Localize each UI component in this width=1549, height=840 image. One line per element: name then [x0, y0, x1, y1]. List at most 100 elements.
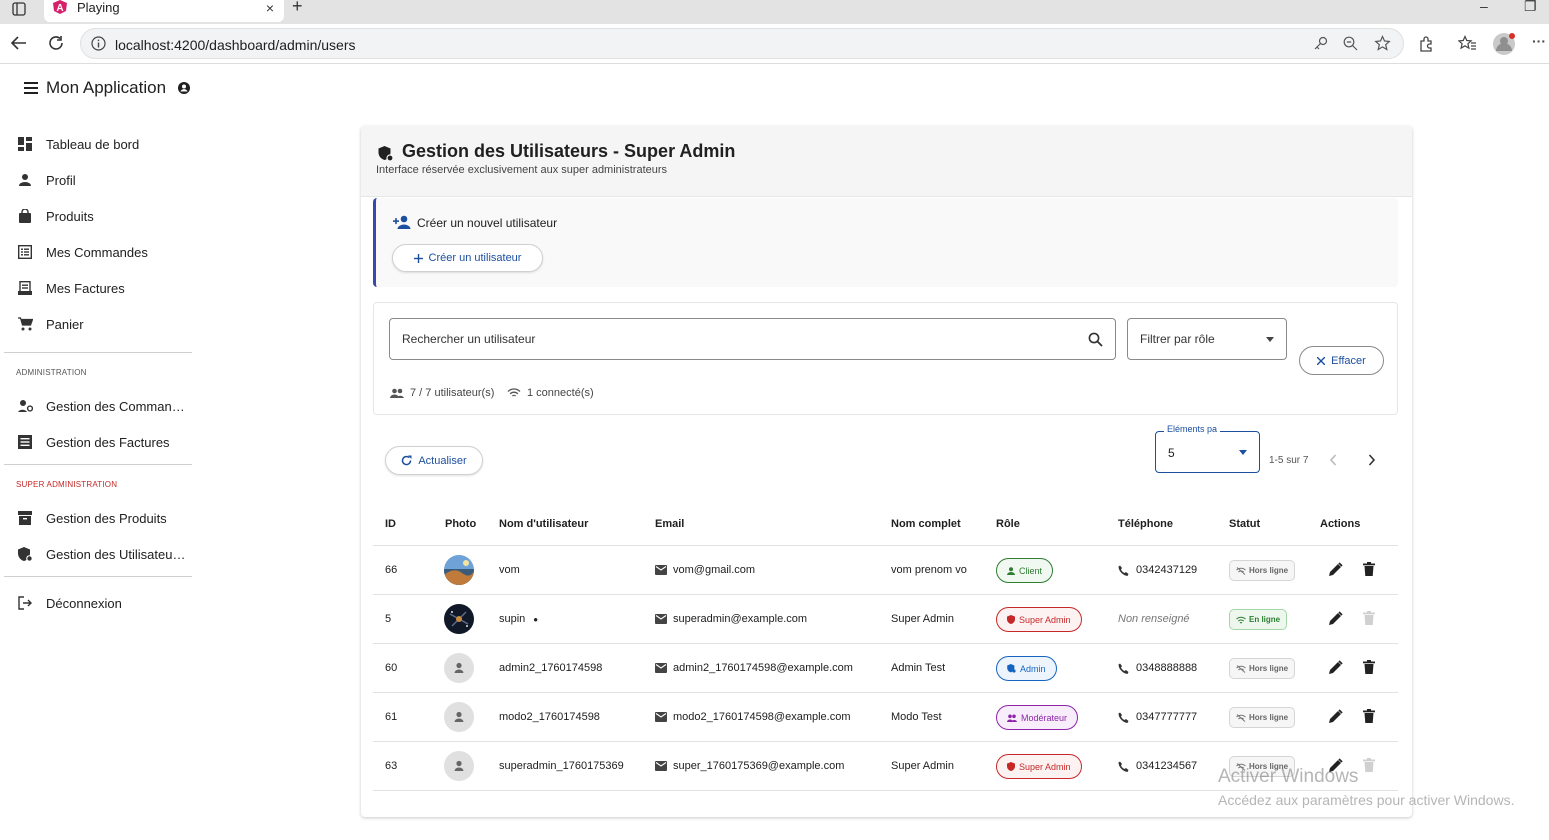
sidebar-toggle-icon[interactable]: [12, 2, 26, 16]
sidebar-item-deconnexion[interactable]: Déconnexion: [18, 592, 122, 614]
clear-filters-button[interactable]: Effacer: [1299, 346, 1384, 375]
delete-icon[interactable]: [1363, 709, 1375, 723]
admin-panel-icon: [1007, 664, 1016, 673]
sidebar-item-mes-factures[interactable]: Mes Factures: [18, 277, 125, 299]
online-count: 1 connecté(s): [507, 387, 594, 399]
column-header-status: Statut: [1229, 518, 1261, 530]
sidebar-item-gestion-produits[interactable]: Gestion des Produits: [18, 507, 167, 529]
role-filter-select[interactable]: Filtrer par rôle: [1127, 318, 1287, 360]
admin-shield-icon: [378, 146, 394, 162]
cell-full-name: vom prenom vo: [891, 564, 967, 576]
column-header-phone: Téléphone: [1118, 518, 1174, 530]
sidebar-divider: [4, 464, 192, 465]
sidebar-divider: [4, 576, 192, 577]
phone-text: 0348888888: [1136, 662, 1198, 674]
delete-icon[interactable]: [1363, 660, 1375, 674]
page-size-select[interactable]: Eléments pa 5: [1155, 424, 1260, 473]
cell-username: superadmin_1760175369: [499, 760, 624, 772]
sidebar-item-panier[interactable]: Panier: [18, 313, 84, 335]
email-text: modo2_1760174598@example.com: [673, 711, 851, 723]
table-row[interactable]: 66 vom vom@gmail.com vom prenom vo Clien…: [373, 546, 1398, 595]
sidebar-item-label: Déconnexion: [46, 595, 122, 611]
window-restore-button[interactable]: ❐: [1524, 0, 1537, 15]
back-icon[interactable]: [10, 34, 28, 52]
wifi-off-icon: [1236, 664, 1246, 673]
search-icon[interactable]: [1088, 332, 1103, 347]
extensions-icon[interactable]: [1418, 35, 1435, 52]
info-icon[interactable]: [91, 36, 106, 51]
browser-tab[interactable]: A Playing ×: [44, 0, 284, 22]
cell-email: modo2_1760174598@example.com: [655, 711, 851, 723]
page-title: Gestion des Utilisateurs - Super Admin: [402, 141, 736, 161]
tab-close-icon[interactable]: ×: [266, 0, 274, 16]
cell-email: super_1760175369@example.com: [655, 760, 844, 772]
omnibox[interactable]: localhost:4200/dashboard/admin/users: [80, 28, 1404, 59]
edit-icon[interactable]: [1328, 660, 1343, 675]
filters-section: Rechercher un utilisateur Filtrer par rô…: [373, 302, 1398, 415]
favorites-icon[interactable]: [1458, 35, 1477, 52]
sidebar-item-tableau-de-bord[interactable]: Tableau de bord: [18, 133, 139, 155]
sidebar-item-gestion-utilisateurs[interactable]: Gestion des Utilisateu…: [18, 543, 185, 565]
cell-full-name: Super Admin: [891, 613, 954, 625]
table-row[interactable]: 61 modo2_1760174598 modo2_1760174598@exa…: [373, 693, 1398, 742]
edit-icon[interactable]: [1328, 611, 1343, 626]
wifi-off-icon: [1236, 713, 1246, 722]
avatar-placeholder: [444, 751, 474, 781]
status-badge-online: En ligne: [1229, 609, 1288, 630]
status-text: En ligne: [1249, 615, 1281, 624]
cell-username: admin2_1760174598: [499, 662, 603, 674]
account-circle-icon[interactable]: [178, 82, 191, 94]
refresh-label: Actualiser: [418, 454, 467, 467]
phone-icon: [1118, 663, 1129, 674]
status-text: Hors ligne: [1249, 713, 1289, 722]
mail-icon: [655, 663, 667, 673]
plus-icon: [413, 253, 423, 263]
table-row[interactable]: 5 supin ● superadmin@example.com Super A…: [373, 595, 1398, 644]
profile-avatar-icon[interactable]: [1492, 32, 1516, 56]
sidebar-item-produits[interactable]: Produits: [18, 205, 94, 227]
column-header-email: Email: [655, 518, 685, 530]
refresh-button[interactable]: Actualiser: [385, 446, 483, 475]
status-badge-offline: Hors ligne: [1229, 658, 1296, 679]
zoom-icon[interactable]: [1343, 36, 1358, 51]
role-chip-client: Client: [996, 558, 1054, 583]
sidebar-item-label: Produits: [46, 208, 94, 224]
section-header-super-administration: SUPER ADMINISTRATION: [16, 480, 118, 489]
favorite-star-icon[interactable]: [1374, 35, 1391, 52]
role-chip-super-admin: Super Admin: [996, 754, 1082, 779]
delete-icon[interactable]: [1363, 562, 1375, 576]
cell-phone: 0347777777: [1118, 711, 1197, 723]
sidebar-item-gestion-factures[interactable]: Gestion des Factures: [18, 431, 170, 453]
sidebar-item-label: Mes Commandes: [46, 244, 148, 260]
sidebar-item-label: Gestion des Comman…: [46, 398, 185, 414]
cell-id: 63: [385, 760, 398, 772]
role-label: Super Admin: [1019, 761, 1071, 772]
dropdown-arrow-icon: [1239, 450, 1247, 455]
menu-icon[interactable]: [24, 82, 38, 94]
next-page-icon[interactable]: [1368, 454, 1376, 466]
previous-page-icon[interactable]: [1329, 454, 1337, 466]
new-tab-button[interactable]: +: [292, 0, 303, 17]
cell-email: admin2_1760174598@example.com: [655, 662, 853, 674]
role-label: Admin: [1020, 663, 1046, 674]
inventory-icon: [18, 511, 32, 525]
create-user-button[interactable]: Créer un utilisateur: [392, 244, 543, 272]
sidebar-item-mes-commandes[interactable]: Mes Commandes: [18, 241, 148, 263]
reload-icon[interactable]: [47, 34, 65, 52]
sidebar-item-gestion-commandes[interactable]: Gestion des Comman…: [18, 395, 185, 417]
edit-icon[interactable]: [1328, 709, 1343, 724]
edit-icon[interactable]: [1328, 562, 1343, 577]
more-menu-icon[interactable]: ···: [1532, 33, 1546, 49]
address-bar-row: localhost:4200/dashboard/admin/users ···: [0, 24, 1549, 64]
table-row[interactable]: 60 admin2_1760174598 admin2_1760174598@e…: [373, 644, 1398, 693]
key-icon[interactable]: [1313, 36, 1328, 51]
group-icon: [390, 388, 404, 398]
window-minimize-button[interactable]: –: [1480, 0, 1488, 14]
person-icon: [18, 173, 32, 187]
search-input[interactable]: Rechercher un utilisateur: [389, 318, 1116, 360]
group-icon: [1007, 714, 1017, 722]
sidebar-item-profil[interactable]: Profil: [18, 169, 76, 191]
delete-icon-disabled: [1363, 611, 1375, 625]
column-header-photo: Photo: [445, 518, 477, 530]
url-text[interactable]: localhost:4200/dashboard/admin/users: [115, 37, 356, 53]
